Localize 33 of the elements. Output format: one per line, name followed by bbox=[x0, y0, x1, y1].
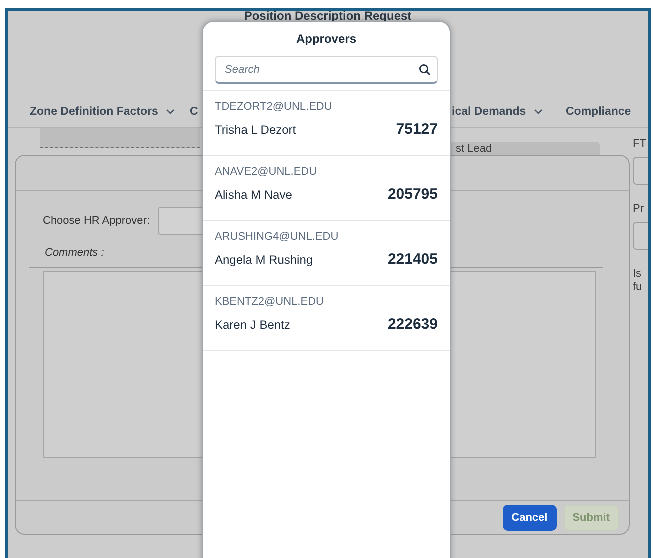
search-field[interactable]: Search bbox=[215, 56, 438, 84]
email-text: ANAVE2@UNL.EDU bbox=[215, 166, 318, 178]
cancel-button[interactable]: Cancel bbox=[502, 504, 557, 530]
field-label: fu bbox=[633, 281, 644, 294]
popover-title: Approvers bbox=[295, 32, 358, 46]
comments-label: Comments : bbox=[45, 247, 104, 259]
email-text: KBENTZ2@UNL.EDU bbox=[215, 296, 324, 308]
list-item[interactable]: ANAVE2@UNL.EDU Alisha M Nave 205795 bbox=[203, 156, 450, 221]
field-label: Pr bbox=[633, 203, 645, 216]
list-item[interactable]: ARUSHING4@UNL.EDU Angela M Rushing 221405 bbox=[203, 221, 450, 286]
number-text: 205795 bbox=[388, 186, 438, 203]
email-text: TDEZORT2@UNL.EDU bbox=[215, 101, 332, 113]
tab[interactable]: Zone Definition Factors bbox=[30, 106, 176, 118]
email-text: ARUSHING4@UNL.EDU bbox=[215, 231, 339, 243]
search-icon[interactable] bbox=[419, 64, 431, 76]
tab[interactable]: Compliance bbox=[566, 106, 632, 118]
name-text: Alisha M Nave bbox=[215, 188, 292, 202]
number-text: 222639 bbox=[388, 316, 438, 333]
tab[interactable]: ical Demands bbox=[452, 106, 544, 118]
field-label: Choose HR Approver: bbox=[43, 215, 150, 227]
list-item[interactable]: KBENTZ2@UNL.EDU Karen J Bentz 222639 bbox=[203, 286, 450, 351]
name-text: Trisha L Dezort bbox=[215, 122, 296, 136]
input-field[interactable] bbox=[633, 157, 648, 185]
tab[interactable]: C bbox=[190, 106, 198, 118]
list-item[interactable]: TDEZORT2@UNL.EDU Trisha L Dezort 75127 bbox=[203, 91, 450, 156]
name-text: Angela M Rushing bbox=[215, 252, 314, 266]
input-field[interactable] bbox=[633, 222, 648, 250]
field-label: Is bbox=[633, 268, 643, 281]
name-text: Karen J Bentz bbox=[215, 318, 290, 332]
number-text: 221405 bbox=[388, 251, 438, 268]
page-title: Position Description Request bbox=[243, 11, 413, 22]
number-text: 75127 bbox=[396, 121, 438, 138]
field-label: FT bbox=[633, 138, 648, 151]
